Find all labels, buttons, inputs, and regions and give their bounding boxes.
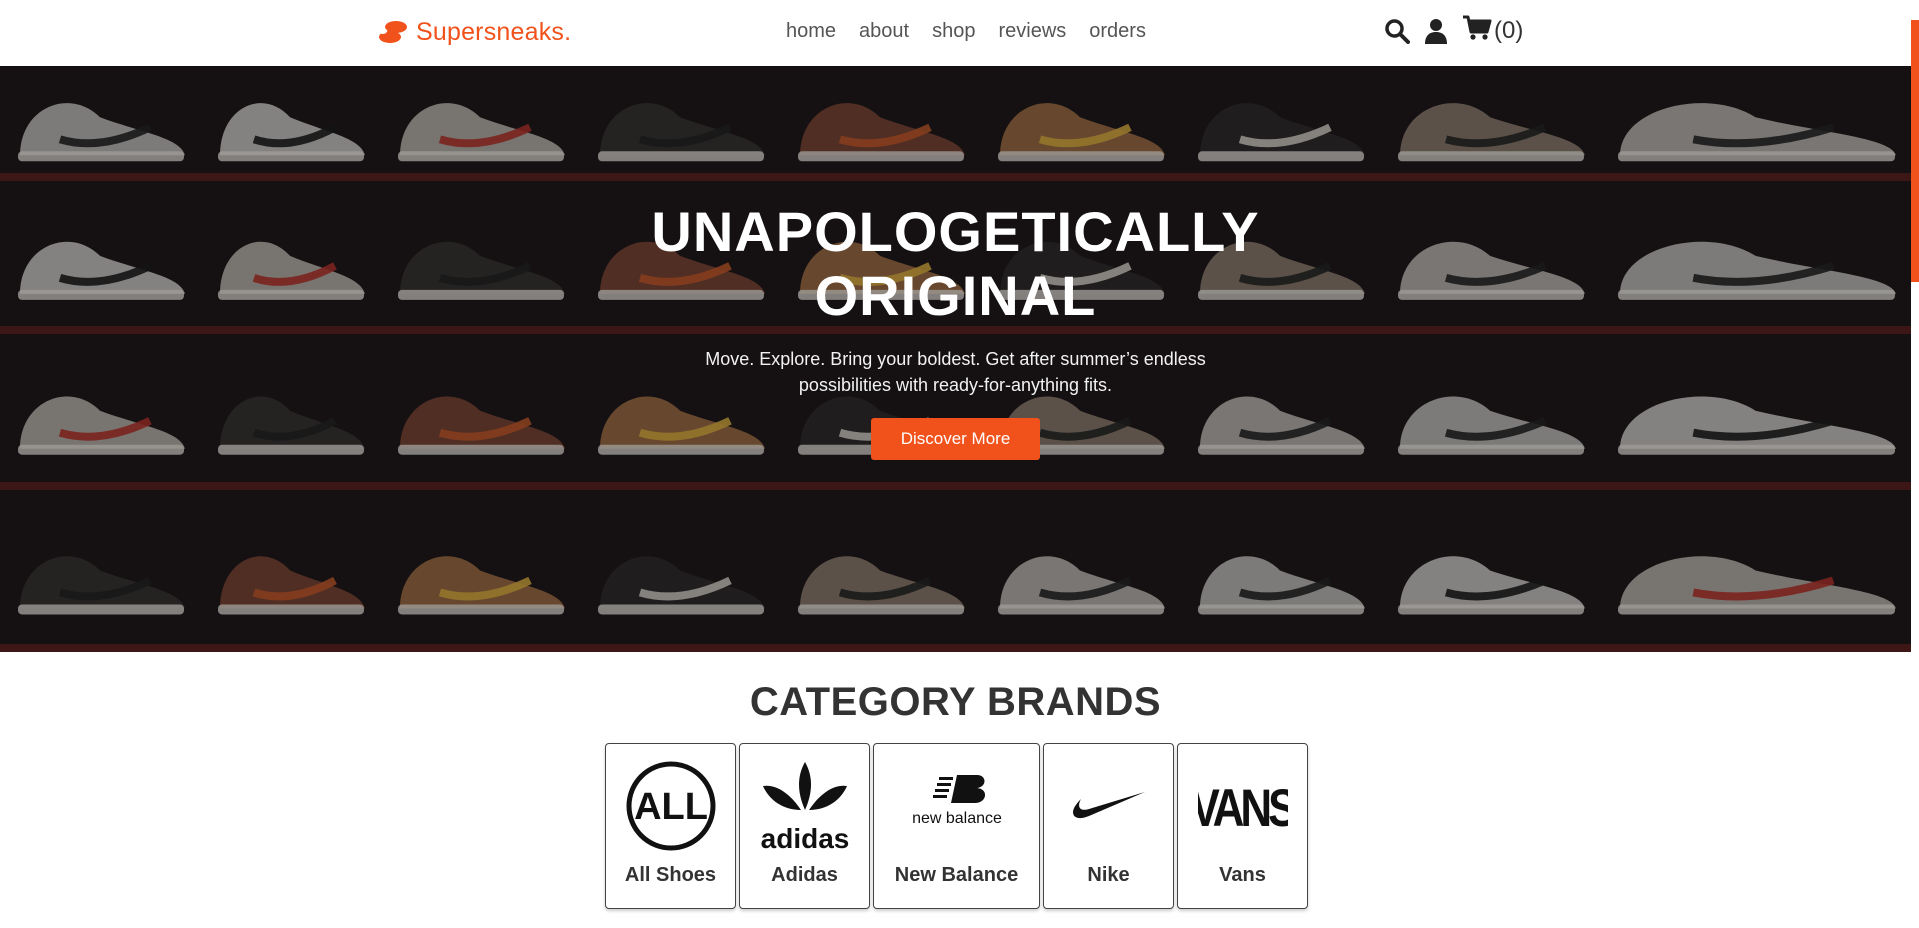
nike-swoosh-logo [1071,756,1147,856]
sneaker-logo-icon [378,18,408,46]
svg-text:new balance: new balance [912,810,1002,827]
brand-name: Supersneaks. [416,17,572,46]
brand-list: ALL All Shoes adidas Adidas new balance [605,743,1308,909]
brand-label: All Shoes [624,864,717,886]
user-icon[interactable] [1424,18,1448,44]
nav-orders[interactable]: orders [1089,17,1146,45]
cart-count: (0) [1494,16,1524,44]
adidas-logo: adidas [757,756,853,856]
scrollbar-thumb[interactable] [1911,20,1919,282]
brand-card-nike[interactable]: Nike [1043,743,1174,909]
search-icon[interactable] [1384,18,1410,44]
all-shoes-logo: ALL [625,756,717,856]
cart-icon [1462,15,1492,46]
brand-card-vans[interactable]: VANS Vans [1177,743,1308,909]
hero-title-line2: ORIGINAL [814,264,1097,327]
new-balance-logo: new balance [907,756,1007,856]
svg-text:adidas: adidas [760,823,849,852]
svg-text:ALL: ALL [634,786,708,828]
site-header: Supersneaks. home about shop reviews ord… [0,0,1911,66]
brand-label: Adidas [771,864,838,886]
site-logo[interactable]: Supersneaks. [378,14,571,50]
header-actions: (0) [1384,15,1523,46]
hero-content: UNAPOLOGETICALLY ORIGINAL Move. Explore.… [0,200,1911,460]
nav-shop[interactable]: shop [932,17,975,45]
discover-more-button[interactable]: Discover More [870,418,1041,460]
brand-label: Nike [1087,864,1130,886]
nav-about[interactable]: about [859,17,909,45]
main-nav: home about shop reviews orders [786,17,1146,45]
hero-subtitle: Move. Explore. Bring your boldest. Get a… [705,349,1206,395]
brand-label: Vans [1219,864,1266,886]
nav-reviews[interactable]: reviews [998,17,1066,45]
brand-label: New Balance [894,864,1019,886]
vans-logo: VANS [1198,756,1288,856]
cart-button[interactable]: (0) [1462,15,1523,46]
brand-card-all-shoes[interactable]: ALL All Shoes [605,743,736,909]
hero-banner: UNAPOLOGETICALLY ORIGINAL Move. Explore.… [0,66,1911,652]
brand-card-new-balance[interactable]: new balance New Balance [873,743,1040,909]
svg-text:VANS: VANS [1198,779,1288,838]
nav-home[interactable]: home [786,17,836,45]
hero-title-line1: UNAPOLOGETICALLY [651,200,1260,263]
brand-card-adidas[interactable]: adidas Adidas [739,743,870,909]
hero-title: UNAPOLOGETICALLY ORIGINAL [0,200,1911,328]
category-brands-title: CATEGORY BRANDS [749,680,1162,724]
